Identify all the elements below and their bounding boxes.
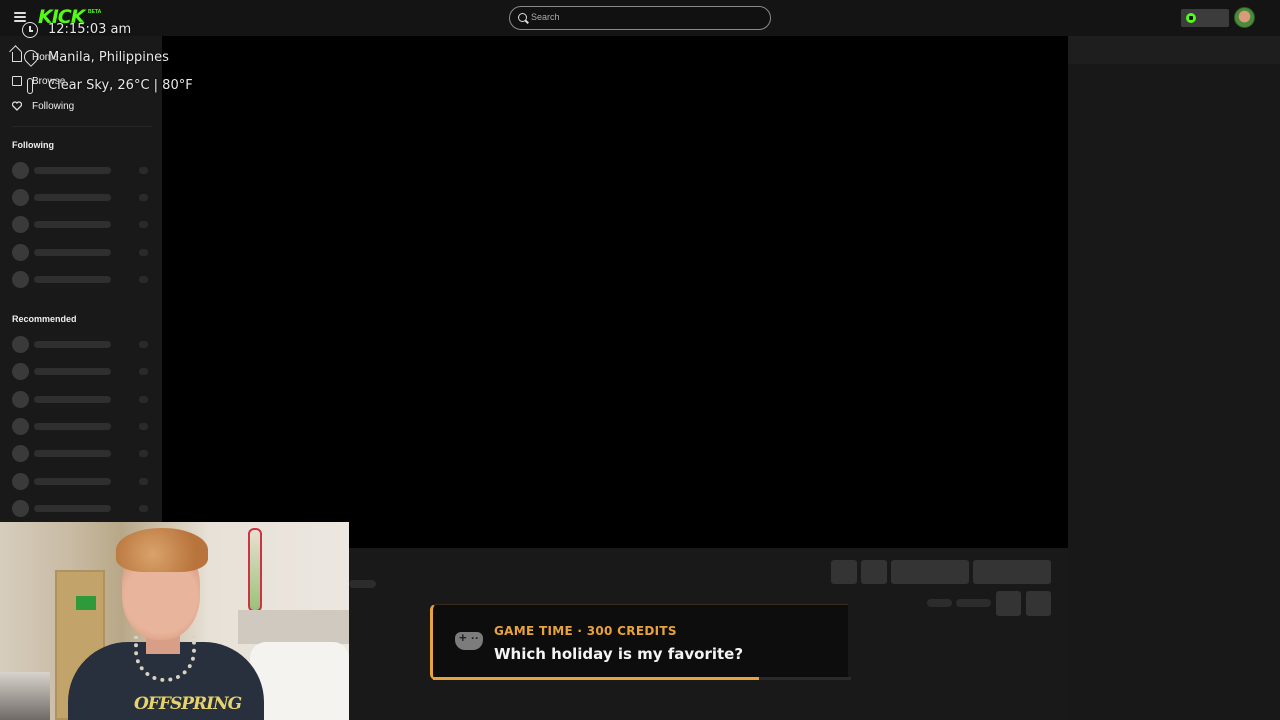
overlay-weather: Clear Sky, 26°C | 80°F xyxy=(48,78,193,93)
channel-skeleton xyxy=(12,189,150,206)
thermometer-icon xyxy=(27,78,33,94)
overlay-time: 12:15:03 am xyxy=(48,22,132,37)
chat-header xyxy=(1068,36,1280,64)
channel-skeleton xyxy=(12,473,150,490)
channel-skeleton xyxy=(12,336,150,353)
action-button-skeleton xyxy=(996,591,1021,616)
browse-icon xyxy=(12,76,22,86)
channel-skeleton xyxy=(12,445,150,462)
gamepad-icon xyxy=(455,630,483,650)
channel-skeleton xyxy=(12,391,150,408)
heart-icon xyxy=(11,101,23,111)
shirt-print: OFFSPRING xyxy=(134,694,242,714)
top-bar: KICK BETA Search xyxy=(0,0,1280,36)
webcam-bag xyxy=(0,672,50,720)
recommended-section-title: Recommended xyxy=(12,314,77,324)
channel-skeleton xyxy=(12,418,150,435)
notification-title: GAME TIME · 300 CREDITS xyxy=(494,624,677,638)
webcam-headboard xyxy=(238,610,349,644)
streamer-hair xyxy=(116,528,208,572)
following-section-title: Following xyxy=(12,140,54,150)
account-button[interactable] xyxy=(1181,9,1229,27)
kick-icon xyxy=(1186,13,1196,23)
info-skeleton xyxy=(956,599,991,607)
user-avatar[interactable] xyxy=(1234,7,1255,28)
action-button-skeleton xyxy=(831,560,857,584)
action-button-skeleton xyxy=(891,560,969,584)
channel-skeleton xyxy=(12,271,150,288)
info-skeleton xyxy=(349,580,376,588)
notification-progress xyxy=(433,677,851,680)
sidebar-divider xyxy=(12,126,152,127)
sidebar-item-following[interactable]: Following xyxy=(11,99,75,113)
overlay-location: Manila, Philippines xyxy=(48,50,169,65)
search-icon xyxy=(518,13,527,22)
channel-skeleton xyxy=(12,500,150,517)
clock-icon xyxy=(22,22,38,38)
search-input[interactable]: Search xyxy=(509,6,771,30)
beta-badge: BETA xyxy=(88,9,102,15)
channel-skeleton xyxy=(12,363,150,380)
action-button-skeleton xyxy=(1026,591,1051,616)
sidebar-item-label: Following xyxy=(32,100,75,112)
action-button-skeleton xyxy=(861,560,887,584)
channel-skeleton xyxy=(12,216,150,233)
webcam-pillow xyxy=(250,642,349,720)
channel-skeleton xyxy=(12,162,150,179)
webcam-feed: OFFSPRING xyxy=(0,522,349,720)
video-player[interactable] xyxy=(162,36,1068,548)
channel-skeleton xyxy=(12,244,150,261)
search-placeholder: Search xyxy=(531,12,560,22)
game-notification: GAME TIME · 300 CREDITS Which holiday is… xyxy=(430,604,851,680)
home-icon xyxy=(12,52,22,62)
action-button-skeleton xyxy=(973,560,1051,584)
menu-icon[interactable] xyxy=(14,12,26,22)
info-skeleton xyxy=(927,599,952,607)
notification-question: Which holiday is my favorite? xyxy=(494,645,744,663)
webcam-sign xyxy=(76,596,96,610)
webcam-wall-art xyxy=(248,528,262,612)
notification-progress-fill xyxy=(433,677,760,680)
chat-panel xyxy=(1068,36,1280,720)
